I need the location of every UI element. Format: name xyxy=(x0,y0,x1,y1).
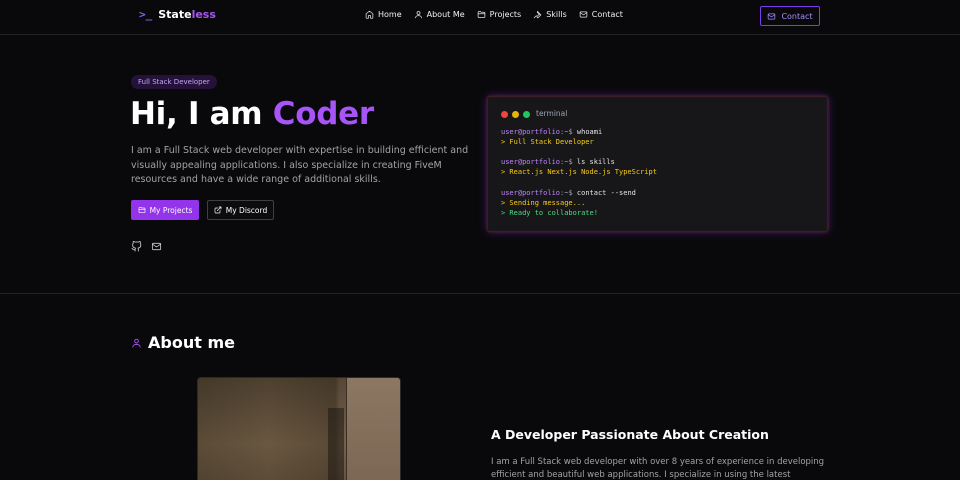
mail-icon xyxy=(151,242,162,251)
profile-photo xyxy=(197,377,401,480)
section-divider xyxy=(0,293,960,294)
terminal-user: user@portfolio xyxy=(501,189,561,197)
maximize-dot-icon xyxy=(523,111,530,118)
nav-about[interactable]: About Me xyxy=(414,10,465,19)
terminal-command-text: contact --send xyxy=(572,189,636,197)
my-projects-button[interactable]: My Projects xyxy=(131,200,199,220)
contact-button[interactable]: Contact xyxy=(760,6,820,26)
my-discord-label: My Discord xyxy=(225,205,268,215)
terminal-output-success: > Ready to collaborate! xyxy=(501,209,598,217)
hero-description: I am a Full Stack web developer with exp… xyxy=(131,145,469,185)
nav-projects[interactable]: Projects xyxy=(477,10,522,19)
terminal-path: :~$ xyxy=(560,158,573,166)
terminal-user: user@portfolio xyxy=(501,128,561,136)
nav-skills-label: Skills xyxy=(546,10,567,19)
user-icon xyxy=(414,11,422,19)
nav-contact-label: Contact xyxy=(591,10,623,19)
logo-main: State xyxy=(158,8,192,21)
site-header: >_ Stateless Home About Me Projects Skil… xyxy=(0,0,960,35)
nav-skills[interactable]: Skills xyxy=(533,10,567,19)
nav-home[interactable]: Home xyxy=(365,10,402,19)
home-icon xyxy=(365,10,374,19)
terminal-command-text: ls skills xyxy=(572,158,615,166)
nav-about-label: About Me xyxy=(426,10,465,19)
terminal-command: user@portfolio:~$ contact --send xyxy=(501,189,636,197)
email-link[interactable] xyxy=(151,241,162,252)
hero-title-accent: Coder xyxy=(272,96,374,132)
folder-icon xyxy=(138,207,145,213)
photo-wall xyxy=(198,378,346,480)
nav-projects-label: Projects xyxy=(489,10,522,19)
github-link[interactable] xyxy=(131,241,142,252)
terminal-command-text: whoami xyxy=(572,128,603,136)
about-text: I am a Full Stack web developer with ove… xyxy=(491,457,825,480)
terminal-path: :~$ xyxy=(560,189,573,197)
hero-title: Hi, I am Coder xyxy=(130,96,374,132)
my-discord-button[interactable]: My Discord xyxy=(207,200,274,220)
terminal-window: terminal user@portfolio:~$ whoami > Full… xyxy=(487,96,828,232)
minimize-dot-icon xyxy=(512,111,519,118)
mail-icon xyxy=(579,11,587,18)
terminal-command: user@portfolio:~$ ls skills xyxy=(501,158,615,166)
terminal-prompt-icon: >_ xyxy=(139,8,153,21)
terminal-user: user@portfolio xyxy=(501,158,561,166)
about-heading: About me xyxy=(131,333,235,352)
role-badge: Full Stack Developer xyxy=(131,75,217,89)
wrench-icon xyxy=(533,11,542,19)
logo[interactable]: >_ Stateless xyxy=(139,8,216,21)
contact-button-label: Contact xyxy=(781,11,813,21)
hero-title-prefix: Hi, I am xyxy=(130,96,273,132)
my-projects-label: My Projects xyxy=(149,205,193,215)
about-subtitle: A Developer Passionate About Creation xyxy=(491,427,769,442)
close-dot-icon xyxy=(501,111,508,118)
nav-contact[interactable]: Contact xyxy=(579,10,623,19)
about-title: About me xyxy=(148,333,235,352)
nav-home-label: Home xyxy=(378,10,402,19)
github-icon xyxy=(131,241,142,252)
folder-icon xyxy=(477,11,485,18)
terminal-output: > Full Stack Developer xyxy=(501,138,594,146)
terminal-output: > React.js Next.js Node.js TypeScript xyxy=(501,168,657,176)
mail-icon xyxy=(768,13,776,19)
external-link-icon xyxy=(214,206,222,214)
terminal-path: :~$ xyxy=(560,128,573,136)
terminal-output: > Sending message... xyxy=(501,199,586,207)
logo-accent: less xyxy=(191,8,216,21)
photo-shadow xyxy=(328,408,344,480)
terminal-command: user@portfolio:~$ whoami xyxy=(501,128,602,136)
main-nav: Home About Me Projects Skills Contact xyxy=(365,10,623,19)
terminal-title: terminal xyxy=(536,109,568,118)
user-icon xyxy=(132,338,141,348)
logo-text: Stateless xyxy=(158,8,216,21)
photo-door xyxy=(346,378,400,480)
